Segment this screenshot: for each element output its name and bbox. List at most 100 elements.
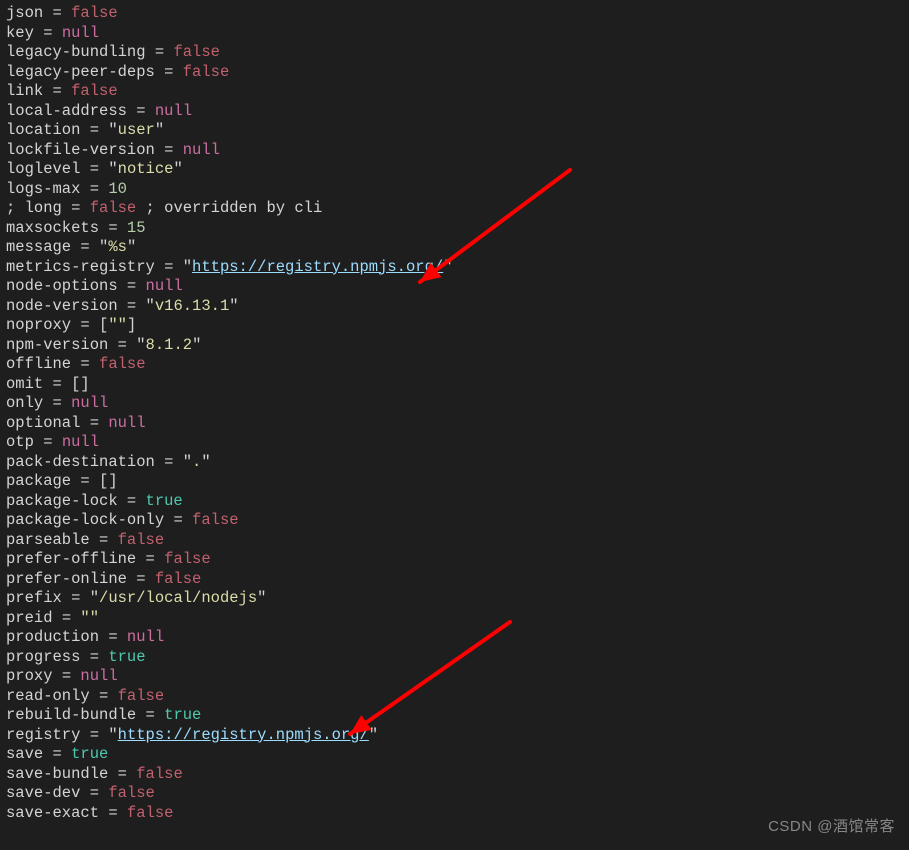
token-kw-false: false — [192, 511, 239, 529]
code-line: save = true — [6, 745, 903, 765]
code-line: otp = null — [6, 433, 903, 453]
token-str: "" — [80, 609, 99, 627]
token-eq: = — [118, 492, 146, 510]
token-key: " — [443, 258, 452, 276]
token-key: lockfile-version — [6, 141, 155, 159]
token-kw-true: true — [164, 706, 201, 724]
code-line: lockfile-version = null — [6, 141, 903, 161]
code-line: proxy = null — [6, 667, 903, 687]
token-key: read-only — [6, 687, 90, 705]
code-line: omit = [] — [6, 375, 903, 395]
token-eq: = — [80, 160, 108, 178]
token-kw-false: false — [71, 4, 118, 22]
token-key: rebuild-bundle — [6, 706, 136, 724]
token-kw-false: false — [118, 687, 165, 705]
token-comment: ; overridden by cli — [136, 199, 322, 217]
token-key: link — [6, 82, 43, 100]
code-line: package = [] — [6, 472, 903, 492]
token-key: " — [369, 726, 378, 744]
token-kw-null: null — [155, 102, 192, 120]
token-eq: = — [155, 141, 183, 159]
token-key: key — [6, 24, 34, 42]
token-kw-false: false — [127, 804, 174, 822]
code-line: package-lock = true — [6, 492, 903, 512]
token-kw-null: null — [108, 414, 145, 432]
token-kw-false: false — [136, 765, 183, 783]
token-eq: = — [80, 121, 108, 139]
code-line: rebuild-bundle = true — [6, 706, 903, 726]
code-line: location = "user" — [6, 121, 903, 141]
code-line: npm-version = "8.1.2" — [6, 336, 903, 356]
token-key: save — [6, 745, 43, 763]
token-kw-null: null — [127, 628, 164, 646]
token-key: save-exact — [6, 804, 99, 822]
token-key: " — [136, 336, 145, 354]
code-line: registry = "https://registry.npmjs.org/" — [6, 726, 903, 746]
token-eq: = — [34, 433, 62, 451]
token-key: prefer-offline — [6, 550, 136, 568]
token-eq: = — [127, 102, 155, 120]
token-key: parseable — [6, 531, 90, 549]
code-line: message = "%s" — [6, 238, 903, 258]
token-eq: = — [71, 355, 99, 373]
token-key: " — [146, 297, 155, 315]
code-line: json = false — [6, 4, 903, 24]
token-eq: = — [43, 745, 71, 763]
token-eq: = — [62, 589, 90, 607]
token-kw-null: null — [183, 141, 220, 159]
code-line: optional = null — [6, 414, 903, 434]
token-kw-null: null — [71, 394, 108, 412]
token-key: pack-destination — [6, 453, 155, 471]
token-key: " — [155, 121, 164, 139]
code-line: local-address = null — [6, 102, 903, 122]
code-line: key = null — [6, 24, 903, 44]
code-line: progress = true — [6, 648, 903, 668]
token-kw-false: false — [90, 199, 137, 217]
token-eq: = — [80, 414, 108, 432]
token-eq: = — [43, 4, 71, 22]
token-key: node-options — [6, 277, 118, 295]
token-eq: = — [53, 667, 81, 685]
token-str: notice — [118, 160, 174, 178]
token-key: noproxy — [6, 316, 71, 334]
token-str: v16.13.1 — [155, 297, 229, 315]
token-key: otp — [6, 433, 34, 451]
token-eq: = — [71, 238, 99, 256]
token-key: package-lock — [6, 492, 118, 510]
token-str: . — [192, 453, 201, 471]
code-line: preid = "" — [6, 609, 903, 629]
code-line: legacy-peer-deps = false — [6, 63, 903, 83]
token-key: loglevel — [6, 160, 80, 178]
token-kw-true: true — [71, 745, 108, 763]
token-kw-false: false — [118, 531, 165, 549]
token-key: message — [6, 238, 71, 256]
code-line: ; long = false ; overridden by cli — [6, 199, 903, 219]
code-line: pack-destination = "." — [6, 453, 903, 473]
token-key: registry — [6, 726, 80, 744]
token-key: logs-max — [6, 180, 80, 198]
token-kw-null: null — [146, 277, 183, 295]
token-kw-false: false — [183, 63, 230, 81]
token-eq: = — [90, 687, 118, 705]
token-key: ] — [127, 316, 136, 334]
token-key: production — [6, 628, 99, 646]
token-eq: = — [155, 453, 183, 471]
token-eq: = — [164, 511, 192, 529]
token-eq: = — [80, 180, 108, 198]
code-line: node-options = null — [6, 277, 903, 297]
token-eq: = — [90, 531, 118, 549]
token-key: " — [229, 297, 238, 315]
token-eq: = — [53, 609, 81, 627]
token-eq: = — [80, 784, 108, 802]
code-line: prefix = "/usr/local/nodejs" — [6, 589, 903, 609]
token-eq: = — [99, 628, 127, 646]
token-key: " — [183, 453, 192, 471]
token-key: local-address — [6, 102, 127, 120]
token-kw-null: null — [62, 24, 99, 42]
token-key: metrics-registry — [6, 258, 155, 276]
token-key: " — [257, 589, 266, 607]
code-line: legacy-bundling = false — [6, 43, 903, 63]
token-key: prefix — [6, 589, 62, 607]
code-line: node-version = "v16.13.1" — [6, 297, 903, 317]
token-kw-false: false — [108, 784, 155, 802]
